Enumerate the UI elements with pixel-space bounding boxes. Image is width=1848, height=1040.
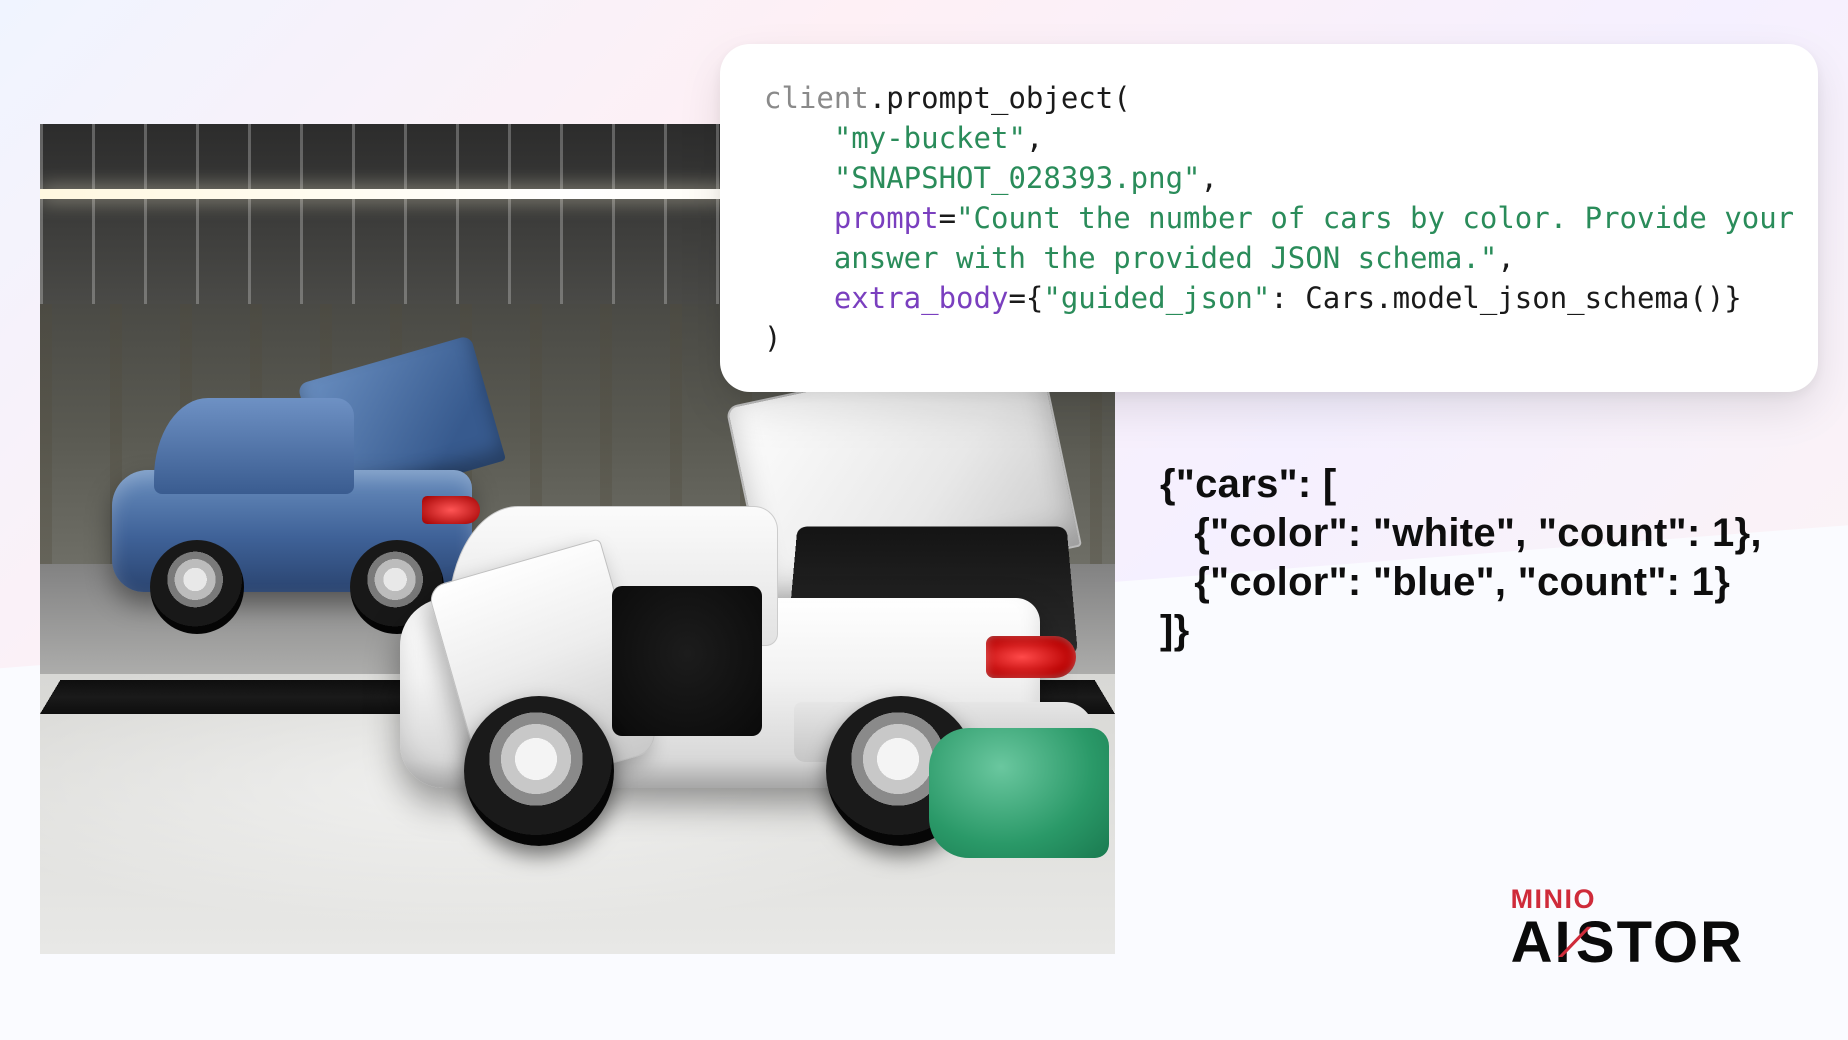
code-method: .prompt_object( — [869, 81, 1131, 115]
code-prompt-line2: answer with the provided JSON schema." — [834, 241, 1497, 275]
code-kw-prompt: prompt — [834, 201, 939, 235]
code-arg-bucket: "my-bucket" — [834, 121, 1026, 155]
json-output: {"cars": [ {"color": "white", "count": 1… — [1160, 460, 1762, 655]
json-line-4: ]} — [1160, 608, 1190, 652]
json-line-1: {"cars": [ — [1160, 462, 1337, 506]
code-close-paren: ) — [764, 321, 781, 355]
code-snippet-card: client.prompt_object( "my-bucket", "SNAP… — [720, 44, 1818, 392]
code-prompt-line1: "Count the number of cars by color. Prov… — [956, 201, 1794, 235]
json-line-3: {"color": "blue", "count": 1} — [1160, 560, 1730, 604]
code-kw-extrabody: extra_body — [834, 281, 1009, 315]
code-object: client — [764, 81, 869, 115]
green-equipment — [929, 728, 1109, 858]
code-arg-file: "SNAPSHOT_028393.png" — [834, 161, 1201, 195]
code-schema-call: Cars.model_json_schema()} — [1305, 281, 1742, 315]
brand-logo: MINIO AI∕STOR — [1511, 884, 1744, 970]
logo-aistor: AI∕STOR — [1511, 915, 1744, 970]
json-line-2: {"color": "white", "count": 1}, — [1160, 511, 1762, 555]
code-key-guided: "guided_json" — [1043, 281, 1270, 315]
